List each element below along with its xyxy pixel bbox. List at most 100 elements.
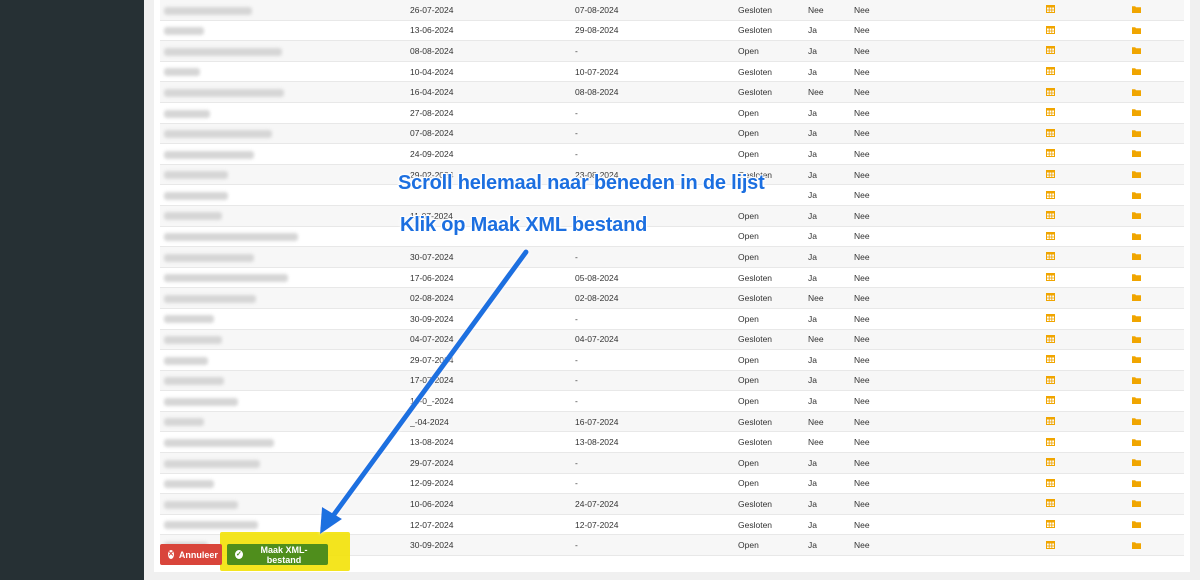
row-flag-1: Ja	[808, 473, 854, 495]
row-end-date: -	[575, 123, 738, 145]
folder-icon[interactable]	[1132, 396, 1141, 406]
redacted-name	[164, 418, 204, 427]
table-row: 08-08-2024- Open Ja Nee	[160, 40, 1184, 62]
row-calendar-cell	[1046, 308, 1132, 330]
redacted-name	[164, 68, 200, 77]
row-calendar-cell	[1046, 226, 1132, 248]
redacted-name	[164, 356, 208, 365]
row-flag-2: Nee	[854, 329, 1046, 351]
calendar-grid-icon[interactable]	[1046, 5, 1055, 15]
folder-icon[interactable]	[1132, 458, 1141, 468]
folder-icon[interactable]	[1132, 211, 1141, 221]
row-status: Open	[738, 473, 808, 495]
row-name-blurred	[160, 0, 410, 21]
calendar-grid-icon[interactable]	[1046, 499, 1055, 509]
folder-icon[interactable]	[1132, 191, 1141, 201]
folder-icon[interactable]	[1132, 355, 1141, 365]
calendar-grid-icon[interactable]	[1046, 293, 1055, 303]
folder-icon[interactable]	[1132, 376, 1141, 386]
table-row: 11-07-2024- Open Ja Nee	[160, 205, 1184, 227]
redacted-name	[164, 439, 274, 448]
row-flag-1: Ja	[808, 184, 854, 206]
calendar-grid-icon[interactable]	[1046, 314, 1055, 324]
calendar-grid-icon[interactable]	[1046, 46, 1055, 56]
row-status: Gesloten	[738, 287, 808, 309]
calendar-grid-icon[interactable]	[1046, 25, 1055, 36]
row-flag-1: Ja	[808, 226, 854, 248]
folder-icon[interactable]	[1132, 67, 1141, 77]
folder-icon[interactable]	[1132, 129, 1141, 139]
folder-icon[interactable]	[1132, 232, 1141, 242]
folder-icon[interactable]	[1132, 252, 1141, 262]
row-folder-cell	[1132, 493, 1184, 515]
row-status: Open	[738, 370, 808, 392]
redacted-name	[164, 500, 238, 509]
redacted-name	[164, 130, 272, 139]
row-status: Open	[738, 40, 808, 62]
calendar-grid-icon[interactable]	[1046, 458, 1055, 468]
folder-icon[interactable]	[1132, 438, 1141, 448]
folder-icon[interactable]	[1132, 541, 1141, 551]
row-start-date: 10-04-2024	[410, 61, 575, 83]
row-start-date: 24-09-2024	[410, 143, 575, 165]
folder-icon[interactable]	[1132, 520, 1141, 530]
row-folder-cell	[1132, 473, 1184, 495]
calendar-grid-icon[interactable]	[1046, 87, 1055, 98]
folder-icon[interactable]	[1132, 417, 1141, 427]
row-name-blurred	[160, 267, 410, 289]
calendar-grid-icon[interactable]	[1046, 128, 1055, 139]
row-folder-cell	[1132, 452, 1184, 474]
calendar-grid-icon[interactable]	[1046, 149, 1055, 159]
calendar-grid-icon[interactable]	[1046, 211, 1055, 221]
calendar-grid-icon[interactable]	[1046, 375, 1055, 386]
row-flag-2: Nee	[854, 370, 1046, 392]
row-start-date: 29-07-2024	[410, 452, 575, 474]
calendar-grid-icon[interactable]	[1046, 66, 1055, 77]
folder-icon[interactable]	[1132, 108, 1141, 118]
row-flag-1: Ja	[808, 370, 854, 392]
row-flag-1: Nee	[808, 287, 854, 309]
folder-icon[interactable]	[1132, 499, 1141, 509]
folder-icon[interactable]	[1132, 88, 1141, 98]
calendar-grid-icon[interactable]	[1046, 396, 1055, 406]
cancel-button[interactable]: ✕ Annuleer	[160, 544, 222, 565]
folder-icon[interactable]	[1132, 5, 1141, 15]
row-flag-1: Nee	[808, 411, 854, 433]
folder-icon[interactable]	[1132, 314, 1141, 324]
calendar-grid-icon[interactable]	[1046, 540, 1055, 551]
row-start-date: 12-07-2024	[410, 514, 575, 536]
folder-icon[interactable]	[1132, 170, 1141, 180]
calendar-grid-icon[interactable]	[1046, 355, 1055, 365]
calendar-grid-icon[interactable]	[1046, 437, 1055, 448]
calendar-grid-icon[interactable]	[1046, 478, 1055, 489]
row-end-date: 29-08-2024	[575, 20, 738, 42]
calendar-grid-icon[interactable]	[1046, 520, 1055, 530]
folder-icon[interactable]	[1132, 293, 1141, 303]
row-folder-cell	[1132, 411, 1184, 433]
calendar-grid-icon[interactable]	[1046, 252, 1055, 262]
calendar-grid-icon[interactable]	[1046, 334, 1055, 345]
folder-icon[interactable]	[1132, 273, 1141, 283]
calendar-grid-icon[interactable]	[1046, 190, 1055, 201]
folder-icon[interactable]	[1132, 46, 1141, 56]
make-xml-button[interactable]: ✓ Maak XML-bestand	[227, 544, 328, 565]
redacted-name	[164, 377, 224, 386]
row-end-date: 10-07-2024	[575, 61, 738, 83]
folder-icon[interactable]	[1132, 26, 1141, 36]
calendar-grid-icon[interactable]	[1046, 231, 1055, 242]
row-name-blurred	[160, 184, 410, 206]
row-start-date: 13-08-2024	[410, 431, 575, 454]
row-name-blurred	[160, 20, 410, 42]
row-name-blurred	[160, 61, 410, 83]
row-flag-1: Ja	[808, 308, 854, 330]
row-calendar-cell	[1046, 40, 1132, 62]
folder-icon[interactable]	[1132, 479, 1141, 489]
calendar-grid-icon[interactable]	[1046, 108, 1055, 118]
folder-icon[interactable]	[1132, 335, 1141, 345]
calendar-grid-icon[interactable]	[1046, 272, 1055, 283]
row-calendar-cell	[1046, 349, 1132, 371]
row-name-blurred	[160, 205, 410, 227]
folder-icon[interactable]	[1132, 149, 1141, 159]
calendar-grid-icon[interactable]	[1046, 417, 1055, 427]
calendar-grid-icon[interactable]	[1046, 169, 1055, 180]
